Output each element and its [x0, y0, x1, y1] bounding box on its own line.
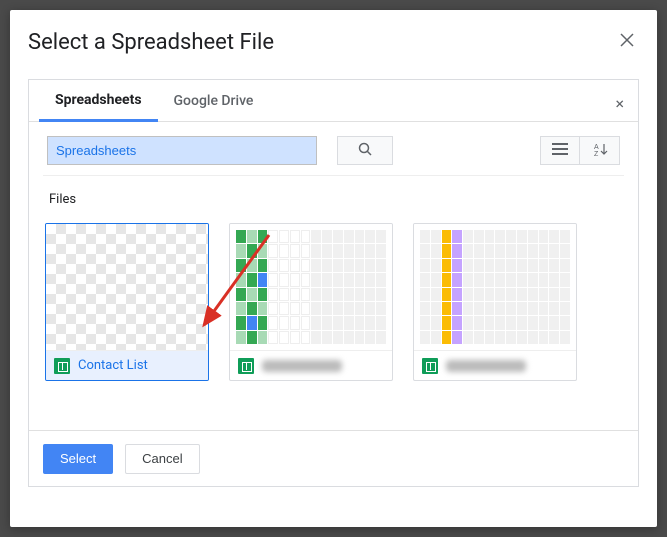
dialog-title: Select a Spreadsheet File: [28, 30, 639, 55]
tab-label: Google Drive: [174, 93, 254, 109]
tab-spreadsheets[interactable]: Spreadsheets: [39, 80, 158, 122]
search-icon: [358, 142, 373, 160]
file-thumbnail: [46, 224, 208, 350]
file-card[interactable]: [229, 223, 393, 381]
sheets-icon: [238, 358, 254, 374]
file-thumbnail: [230, 224, 392, 350]
svg-text:A: A: [594, 144, 599, 151]
tabs-close-icon[interactable]: ×: [615, 94, 624, 113]
tabs-row: Spreadsheets Google Drive ×: [29, 80, 638, 122]
file-footer: [414, 350, 576, 380]
list-view-button[interactable]: [540, 136, 580, 165]
sort-icon: AZ: [592, 142, 608, 159]
close-icon[interactable]: [619, 32, 635, 52]
content-area: Files Contact List: [29, 175, 638, 486]
list-icon: [552, 143, 568, 158]
svg-text:Z: Z: [594, 151, 599, 156]
files-grid: Contact List: [43, 223, 624, 381]
button-label: Cancel: [142, 451, 182, 466]
file-scroll-area[interactable]: Files Contact List: [43, 175, 624, 430]
sort-button[interactable]: AZ: [580, 136, 620, 165]
files-section-label: Files: [43, 186, 624, 223]
search-input[interactable]: [47, 136, 317, 165]
file-footer: Contact List: [46, 350, 208, 380]
file-name: [262, 360, 342, 372]
file-footer: [230, 350, 392, 380]
file-name: [446, 360, 526, 372]
sheets-icon: [422, 358, 438, 374]
sheets-icon: [54, 358, 70, 374]
search-button[interactable]: [337, 136, 393, 165]
toolbar: AZ: [29, 122, 638, 175]
tab-label: Spreadsheets: [55, 92, 142, 108]
file-name: Contact List: [78, 358, 148, 373]
file-card[interactable]: Contact List: [45, 223, 209, 381]
tab-google-drive[interactable]: Google Drive: [158, 80, 270, 122]
file-thumbnail: [414, 224, 576, 350]
button-label: Select: [60, 451, 96, 466]
cancel-button[interactable]: Cancel: [125, 444, 199, 474]
file-picker-dialog: Select a Spreadsheet File Spreadsheets G…: [10, 10, 657, 527]
select-button[interactable]: Select: [43, 444, 113, 474]
file-card[interactable]: [413, 223, 577, 381]
footer-bar: Select Cancel: [29, 430, 638, 486]
picker-frame: Spreadsheets Google Drive ×: [28, 79, 639, 487]
